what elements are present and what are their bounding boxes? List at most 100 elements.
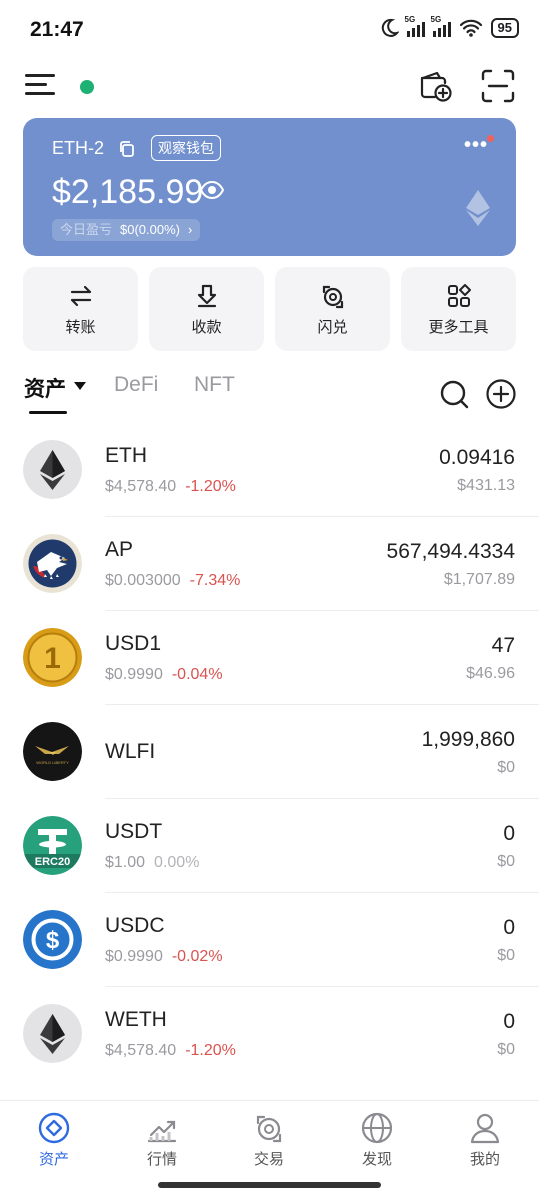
asset-row-usd1[interactable]: 1 USD1 $0.9990 -0.04% 47 $46.96 xyxy=(0,611,539,705)
asset-value: $0 xyxy=(497,947,515,964)
cellular-signal-icon-2: 5G xyxy=(431,15,451,37)
asset-value: $0 xyxy=(497,853,515,870)
market-icon xyxy=(147,1120,177,1143)
tab-defi[interactable]: DeFi xyxy=(114,373,158,397)
asset-price: $4,578.40 xyxy=(105,1042,177,1059)
nav-market[interactable]: 行情 xyxy=(122,1111,202,1169)
usdt-logo-text: ERC20 xyxy=(35,856,70,868)
tab-nft[interactable]: NFT xyxy=(194,373,235,397)
asset-price: $1.00 xyxy=(105,854,146,871)
connection-status-dot xyxy=(80,80,94,94)
wallet-name: ETH-2 xyxy=(52,138,105,158)
asset-price-line: $4,578.40 -1.20% xyxy=(105,478,236,496)
usdt-logo: ERC20 xyxy=(23,816,82,875)
asset-change: 0.00% xyxy=(154,854,200,871)
asset-row-ap[interactable]: AP $0.003000 -7.34% 567,494.4334 $1,707.8… xyxy=(0,517,539,611)
search-icon[interactable] xyxy=(438,378,470,410)
swap-label: 闪兑 xyxy=(317,319,348,336)
usdc-logo: $ xyxy=(23,910,82,969)
eth-logo xyxy=(23,1004,82,1063)
asset-value: $431.13 xyxy=(457,477,515,494)
moon-icon xyxy=(381,18,399,37)
status-bar: 21:47 5G 5G 95 xyxy=(0,0,539,60)
eye-icon[interactable] xyxy=(199,180,225,200)
asset-symbol: AP xyxy=(105,538,134,561)
asset-row-eth[interactable]: ETH $4,578.40 -1.20% 0.09416 $431.13 xyxy=(0,423,539,517)
asset-symbol: WLFI xyxy=(105,740,156,763)
watch-wallet-badge: 观察钱包 xyxy=(151,135,221,161)
top-bar xyxy=(0,62,539,112)
wallet-card[interactable]: ETH-2 观察钱包 ••• $2,185.99 今日盈亏 $0(0.00%) … xyxy=(23,118,516,256)
asset-amount: 0 xyxy=(503,916,515,939)
tab-assets[interactable]: 资产 xyxy=(24,373,66,403)
grid-icon xyxy=(447,284,471,307)
asset-price: $0.9990 xyxy=(105,948,163,965)
asset-amount: 0 xyxy=(503,1010,515,1033)
asset-row-usdc[interactable]: $ USDC $0.9990 -0.02% 0 $0 xyxy=(0,893,539,987)
swap-icon xyxy=(322,285,343,309)
pnl-value: $0(0.00%) xyxy=(120,222,180,237)
asset-change: -0.04% xyxy=(171,666,223,683)
more-tools-button[interactable]: 更多工具 xyxy=(401,267,516,351)
asset-price-line: $0.9990 -0.04% xyxy=(105,666,223,684)
active-tab-indicator xyxy=(29,411,67,414)
nav-assets-label: 资产 xyxy=(38,1151,69,1168)
asset-row-weth[interactable]: WETH $4,578.40 -1.20% 0 $0 xyxy=(0,987,539,1081)
battery-icon: 95 xyxy=(490,18,519,38)
asset-tabs: 资产 DeFi NFT xyxy=(0,368,539,418)
receive-icon xyxy=(197,284,216,308)
nav-assets[interactable]: 资产 xyxy=(14,1111,94,1169)
home-indicator[interactable] xyxy=(158,1182,381,1188)
scan-icon[interactable] xyxy=(480,68,516,104)
asset-change: -1.20% xyxy=(185,478,236,495)
nav-profile[interactable]: 我的 xyxy=(445,1111,525,1169)
asset-change: -0.02% xyxy=(171,948,223,965)
transfer-icon xyxy=(70,285,91,307)
eth-watermark-icon xyxy=(466,190,490,226)
more-tools-label: 更多工具 xyxy=(428,319,489,336)
asset-row-usdt[interactable]: ERC20 USDT $1.00 0.00% 0 $0 xyxy=(0,799,539,893)
nav-trade[interactable]: 交易 xyxy=(229,1111,309,1169)
status-icons: 5G 5G 95 xyxy=(379,15,519,38)
chevron-right-icon: › xyxy=(188,222,193,237)
app-screen: 21:47 5G 5G 95 ETH-2 观察钱包 ••• $2,185.99 … xyxy=(0,0,539,1200)
asset-symbol: USDT xyxy=(105,820,163,843)
wifi-icon xyxy=(459,19,482,37)
nav-market-label: 行情 xyxy=(146,1151,177,1168)
asset-value: $46.96 xyxy=(466,665,515,682)
profile-icon xyxy=(470,1113,500,1144)
receive-label: 收款 xyxy=(191,319,222,336)
nav-discover-label: 发现 xyxy=(361,1151,392,1168)
receive-button[interactable]: 收款 xyxy=(149,267,264,351)
asset-row-wlfi[interactable]: WORLD LIBERTY WLFI 1,999,860 $0 xyxy=(0,705,539,799)
wlfi-logo-text: WORLD LIBERTY xyxy=(36,760,69,765)
caret-down-icon[interactable] xyxy=(74,382,86,390)
transfer-button[interactable]: 转账 xyxy=(23,267,138,351)
asset-list: ETH $4,578.40 -1.20% 0.09416 $431.13 AP $… xyxy=(0,423,539,1081)
wlfi-logo: WORLD LIBERTY xyxy=(23,722,82,781)
daily-pnl-pill[interactable]: 今日盈亏 $0(0.00%) › xyxy=(52,219,201,241)
add-token-icon[interactable] xyxy=(485,378,517,410)
discover-icon xyxy=(361,1112,393,1144)
asset-price: $0.003000 xyxy=(105,572,181,589)
swap-button[interactable]: 闪兑 xyxy=(275,267,390,351)
quick-actions: 转账 收款 闪兑 更多工具 xyxy=(23,267,516,351)
nav-profile-label: 我的 xyxy=(469,1151,500,1168)
asset-price-line: $1.00 0.00% xyxy=(105,854,199,872)
menu-icon[interactable] xyxy=(25,74,55,96)
trade-icon xyxy=(256,1115,282,1143)
asset-change: -1.20% xyxy=(185,1042,236,1059)
svg-text:$: $ xyxy=(46,927,60,954)
network-type-label: 5G xyxy=(404,15,416,24)
nav-discover[interactable]: 发现 xyxy=(337,1111,417,1169)
copy-icon[interactable] xyxy=(118,140,136,158)
asset-value: $0 xyxy=(497,759,515,776)
pnl-label: 今日盈亏 xyxy=(60,222,113,237)
wallet-balance: $2,185.99 xyxy=(52,173,204,211)
more-options-icon[interactable]: ••• xyxy=(464,134,488,157)
asset-amount: 47 xyxy=(491,634,515,657)
asset-value: $0 xyxy=(497,1041,515,1058)
asset-price: $0.9990 xyxy=(105,666,163,683)
usd1-logo: 1 xyxy=(23,628,82,687)
add-wallet-icon[interactable] xyxy=(418,68,454,104)
